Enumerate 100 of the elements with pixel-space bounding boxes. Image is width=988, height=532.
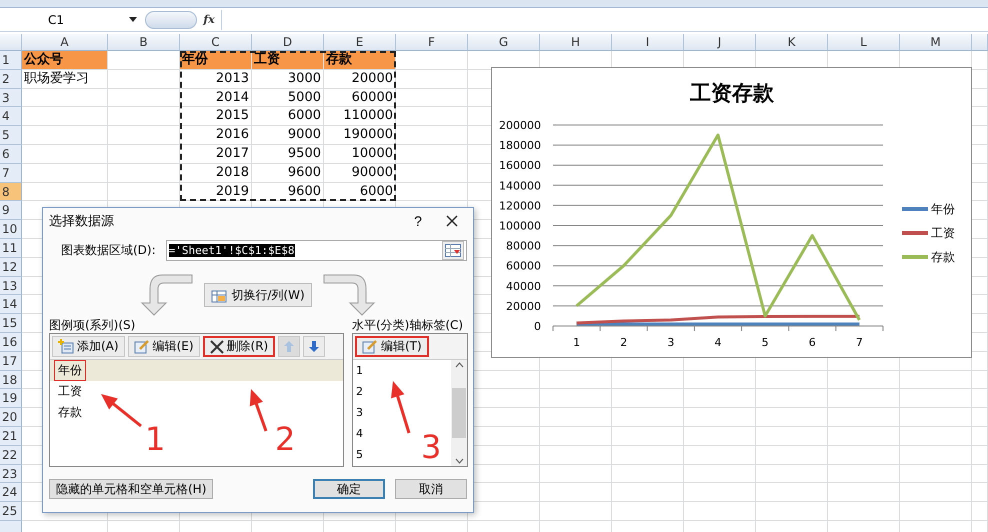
dialog-title: 选择数据源	[49, 213, 115, 230]
resize-handle[interactable]	[145, 10, 197, 28]
column-header[interactable]: B	[108, 34, 180, 51]
select-all-corner[interactable]	[0, 34, 22, 51]
row-header[interactable]: 13	[0, 276, 22, 296]
column-header[interactable]: A	[22, 34, 108, 51]
row-header[interactable]: 16	[0, 332, 22, 352]
annotation-number: 2	[275, 420, 296, 458]
ok-button[interactable]: 确定	[313, 479, 385, 499]
column-header[interactable]: J	[684, 34, 756, 51]
row-header[interactable]: 8	[0, 182, 22, 202]
help-button[interactable]: ?	[403, 213, 433, 229]
insert-function-button[interactable]: fx	[197, 13, 221, 26]
line-chart[interactable]: 工资存款 0 20000 40000 60000 80000 100000 120000 140000 160000 180000 200000 1 2 3 4 5 6 7 年份 工资 存款	[491, 67, 972, 358]
column-header[interactable]: K	[756, 34, 828, 51]
table-cell	[972, 201, 988, 220]
edit-button[interactable]: 编辑(T)	[355, 336, 429, 357]
legend-label: 存款	[931, 250, 955, 264]
table-cell	[828, 446, 900, 465]
range-input-field[interactable]: ='Sheet1'!$C$1:$E$8	[166, 240, 467, 261]
switch-row-column-button[interactable]: 切换行/列(W)	[204, 283, 312, 307]
table-cell	[108, 164, 180, 183]
series-list-item[interactable]: 工资	[50, 381, 343, 402]
column-header[interactable]: G	[468, 34, 540, 51]
row-header[interactable]: 9	[0, 201, 22, 220]
table-cell	[612, 370, 684, 390]
table-cell: 2015	[180, 107, 252, 126]
table-cell	[972, 88, 988, 108]
table-cell	[684, 389, 756, 408]
table-cell	[756, 483, 828, 502]
row-header[interactable]: 22	[0, 446, 22, 465]
column-header[interactable]: E	[324, 34, 396, 51]
row-header[interactable]: 4	[0, 107, 22, 126]
row-header[interactable]: 15	[0, 314, 22, 333]
name-box[interactable]: C1	[0, 10, 145, 30]
row-header[interactable]: 17	[0, 352, 22, 371]
delete-button[interactable]: 删除(R)	[202, 336, 276, 357]
chevron-down-icon[interactable]	[454, 458, 464, 464]
row-header[interactable]: 1	[0, 51, 22, 70]
add-button[interactable]: 添加(A)	[52, 336, 125, 357]
table-cell	[972, 182, 988, 202]
axis-list-item[interactable]: 4	[353, 423, 363, 444]
column-header[interactable]: M	[900, 34, 972, 51]
row-header[interactable]: 2	[0, 70, 22, 89]
row-header[interactable]: 11	[0, 238, 22, 258]
row-header[interactable]: 24	[0, 483, 22, 502]
axis-tick-label: 3	[667, 336, 674, 349]
table-cell	[108, 51, 180, 70]
item-label: 年份	[54, 360, 86, 381]
column-header[interactable]: L	[828, 34, 900, 51]
row-header[interactable]: 10	[0, 220, 22, 239]
chevron-up-icon[interactable]	[454, 362, 464, 368]
series-list-item[interactable]: 存款	[50, 402, 343, 423]
axis-list-item[interactable]: 1	[353, 360, 363, 381]
axis-tick-label: 80000	[506, 240, 541, 253]
table-cell	[108, 70, 180, 89]
row-header[interactable]: 19	[0, 389, 22, 408]
row-header[interactable]: 14	[0, 295, 22, 314]
row-header[interactable]: 18	[0, 370, 22, 390]
row-header[interactable]: 23	[0, 464, 22, 484]
column-header[interactable]: H	[540, 34, 612, 51]
table-cell	[612, 483, 684, 502]
row-header[interactable]: 6	[0, 144, 22, 164]
table-cell	[540, 408, 612, 427]
cross-icon	[210, 340, 224, 354]
axis-list-item[interactable]: 2	[353, 381, 363, 402]
table-cell	[612, 446, 684, 465]
header-cell: 年份	[180, 51, 252, 70]
column-header[interactable]	[972, 34, 988, 51]
row-header[interactable]: 7	[0, 164, 22, 183]
scrollbar-thumb[interactable]	[452, 388, 466, 438]
range-picker-button[interactable]	[442, 241, 464, 260]
table-cell	[972, 370, 988, 390]
row-header[interactable]: 12	[0, 258, 22, 277]
axis-list-item[interactable]: 3	[353, 402, 363, 423]
axis-tick-label: 5	[762, 336, 769, 349]
column-header[interactable]: I	[612, 34, 684, 51]
table-cell	[108, 88, 180, 108]
row-header[interactable]: 25	[0, 502, 22, 521]
column-header[interactable]: F	[396, 34, 468, 51]
legend-label: 工资	[931, 226, 955, 240]
axis-tick-label: 40000	[506, 280, 541, 293]
cancel-button[interactable]: 取消	[395, 479, 467, 499]
series-list-item[interactable]: 年份	[50, 360, 343, 381]
column-header[interactable]: C	[180, 34, 252, 51]
row-header[interactable]: 5	[0, 126, 22, 145]
item-label: 工资	[57, 383, 83, 400]
table-cell	[828, 370, 900, 390]
move-down-button[interactable]	[303, 336, 326, 357]
row-header[interactable]: 20	[0, 408, 22, 427]
table-cell	[684, 464, 756, 484]
row-header[interactable]: 3	[0, 88, 22, 108]
column-header[interactable]: D	[252, 34, 324, 51]
scrollbar[interactable]	[451, 360, 467, 466]
edit-button[interactable]: 编辑(E)	[128, 336, 200, 357]
row-header[interactable]: 21	[0, 426, 22, 446]
table-cell	[612, 408, 684, 427]
annotation-arrow	[391, 381, 410, 434]
axis-list-item[interactable]: 5	[353, 444, 363, 465]
hidden-cells-button[interactable]: 隐藏的单元格和空单元格(H)	[49, 479, 214, 499]
